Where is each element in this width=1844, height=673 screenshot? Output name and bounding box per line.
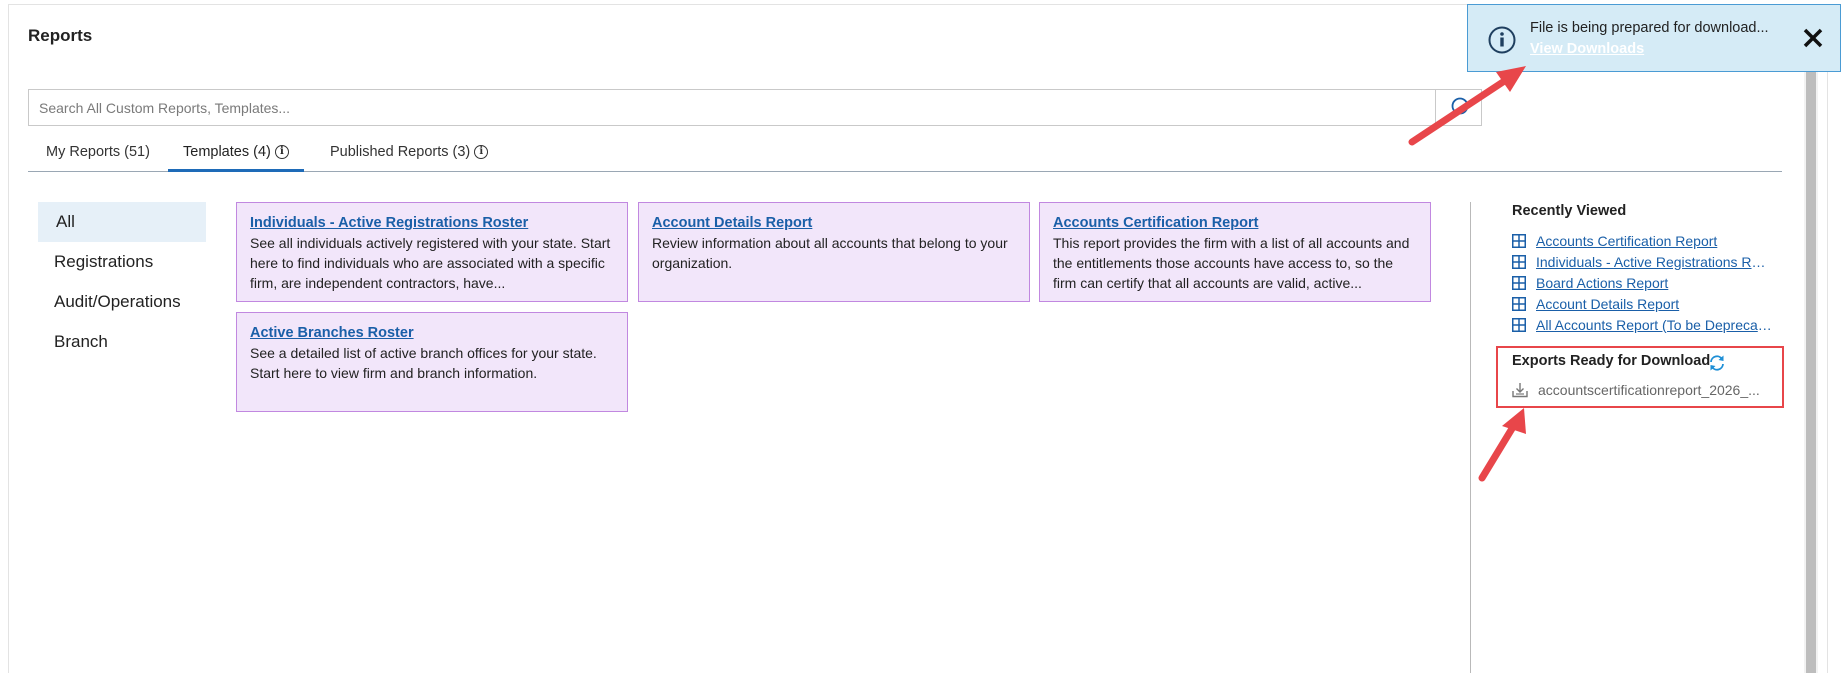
download-icon [1512, 383, 1528, 398]
refresh-icon[interactable] [1708, 354, 1726, 372]
template-description: This report provides the firm with a lis… [1053, 235, 1410, 291]
list-item: All Accounts Report (To be Deprecated) [1512, 314, 1772, 335]
template-link[interactable]: Accounts Certification Report [1053, 213, 1417, 233]
export-filename: accountscertificationreport_2026_... [1538, 382, 1760, 398]
close-icon[interactable] [1802, 27, 1824, 49]
annotation-arrow-icon [1408, 66, 1526, 146]
category-registrations[interactable]: Registrations [38, 242, 206, 282]
tab-label: Published Reports (3) [330, 144, 471, 160]
toast-message: File is being prepared for download... [1530, 20, 1769, 36]
recent-report-link[interactable]: All Accounts Report (To be Deprecated) [1536, 317, 1772, 333]
tab-label: Templates (4) [183, 144, 271, 160]
category-list: All Registrations Audit/Operations Branc… [38, 202, 206, 362]
template-card: Individuals - Active Registrations Roste… [236, 202, 628, 302]
exports-title: Exports Ready for Download [1512, 353, 1711, 369]
tab-my-reports[interactable]: My Reports (51) [46, 132, 150, 172]
recently-viewed-title: Recently Viewed [1512, 203, 1627, 219]
list-item: Individuals - Active Registrations Roste… [1512, 251, 1772, 272]
info-icon[interactable]: i [274, 145, 289, 159]
tab-templates[interactable]: Templates (4) i [168, 132, 304, 172]
recent-report-link[interactable]: Accounts Certification Report [1536, 233, 1772, 249]
tab-published-reports[interactable]: Published Reports (3) i [330, 132, 489, 172]
table-icon [1512, 233, 1526, 248]
template-card: Active Branches Roster See a detailed li… [236, 312, 628, 412]
list-item: Account Details Report [1512, 293, 1772, 314]
recent-report-link[interactable]: Individuals - Active Registrations Roste… [1536, 254, 1772, 270]
view-downloads-link[interactable]: View Downloads [1530, 41, 1644, 57]
template-description: Review information about all accounts th… [652, 235, 1008, 271]
template-card: Accounts Certification Report This repor… [1039, 202, 1431, 302]
recent-report-link[interactable]: Board Actions Report [1536, 275, 1772, 291]
table-icon [1512, 275, 1526, 290]
template-link[interactable]: Individuals - Active Registrations Roste… [250, 213, 614, 233]
export-item[interactable]: accountscertificationreport_2026_... [1512, 382, 1774, 398]
search-bar [28, 89, 1482, 126]
tab-label: My Reports (51) [46, 144, 150, 160]
scrollbar-thumb[interactable] [1806, 70, 1816, 673]
list-item: Accounts Certification Report [1512, 230, 1772, 251]
recent-report-link[interactable]: Account Details Report [1536, 296, 1772, 312]
template-description: See all individuals actively registered … [250, 235, 611, 291]
template-description: See a detailed list of active branch off… [250, 345, 597, 381]
list-item: Board Actions Report [1512, 272, 1772, 293]
table-icon [1512, 254, 1526, 269]
annotation-arrow-icon [1478, 408, 1526, 482]
category-audit-operations[interactable]: Audit/Operations [38, 282, 206, 322]
table-icon [1512, 317, 1526, 332]
template-link[interactable]: Active Branches Roster [250, 323, 614, 343]
category-all[interactable]: All [38, 202, 206, 242]
info-icon [1488, 26, 1516, 54]
reports-page: Reports My Reports (51) Templates (4)i P… [0, 0, 1844, 673]
category-branch[interactable]: Branch [38, 322, 206, 362]
table-icon [1512, 296, 1526, 311]
recently-viewed-list: Accounts Certification Report Individual… [1512, 230, 1772, 335]
page-title: Reports [28, 26, 93, 45]
template-link[interactable]: Account Details Report [652, 213, 1016, 233]
info-icon[interactable]: i [474, 145, 489, 159]
template-card: Account Details Report Review informatio… [638, 202, 1030, 302]
search-input[interactable] [29, 90, 1435, 125]
